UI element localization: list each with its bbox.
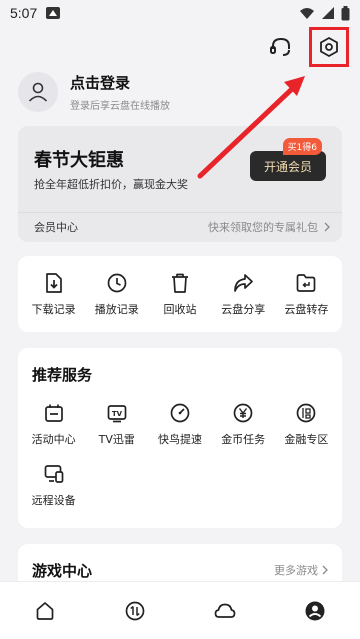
tool-play-record[interactable]: 播放记录 bbox=[85, 256, 148, 332]
tab-cloud[interactable] bbox=[180, 582, 270, 639]
settings-button[interactable] bbox=[309, 27, 349, 67]
vip-badge: 买1得6 bbox=[282, 138, 322, 155]
tool-cloud-save[interactable]: 云盘转存 bbox=[275, 256, 338, 332]
quick-tools-card: 下载记录 播放记录 回收站 云盘分享 云盘转存 bbox=[18, 256, 342, 332]
device-icon bbox=[44, 465, 63, 483]
service-label: 快鸟提速 bbox=[157, 433, 202, 446]
tool-recycle-bin[interactable]: 回收站 bbox=[148, 256, 211, 332]
tab-transfer[interactable] bbox=[90, 582, 180, 639]
transfer-icon bbox=[125, 601, 145, 620]
headset-icon bbox=[270, 37, 290, 56]
tool-cloud-share[interactable]: 云盘分享 bbox=[212, 256, 275, 332]
app-notification-icon bbox=[46, 7, 61, 19]
cloud-icon bbox=[214, 603, 236, 618]
wifi-icon bbox=[300, 8, 314, 19]
service-label: 金币任务 bbox=[221, 433, 266, 446]
recommended-services-card: 推荐服务 活动中心 TV TV迅雷 快鸟提速 金币任务 金融专区 远程设备 bbox=[18, 348, 342, 528]
tab-home[interactable] bbox=[0, 582, 90, 639]
service-label: 活动中心 bbox=[31, 433, 76, 446]
tv-icon: TV bbox=[107, 405, 127, 423]
coin-icon bbox=[233, 403, 253, 423]
game-center-title: 游戏中心 bbox=[32, 562, 93, 580]
login-subtitle: 登录后享云盘在线播放 bbox=[70, 101, 170, 112]
tool-label: 云盘分享 bbox=[221, 303, 266, 316]
download-record-icon bbox=[45, 273, 62, 293]
battery-icon bbox=[341, 5, 350, 20]
tool-label: 回收站 bbox=[163, 303, 197, 316]
service-label: TV迅雷 bbox=[98, 433, 135, 446]
avatar bbox=[18, 72, 58, 112]
service-grid: 活动中心 TV TV迅雷 快鸟提速 金币任务 金融专区 远程设备 bbox=[22, 402, 338, 508]
status-time: 5:07 bbox=[10, 5, 38, 21]
finance-icon bbox=[297, 403, 316, 423]
tool-download-record[interactable]: 下载记录 bbox=[22, 256, 85, 332]
profile-icon bbox=[305, 601, 325, 620]
status-right-icons bbox=[299, 5, 350, 21]
share-icon bbox=[234, 274, 254, 292]
customer-service-button[interactable] bbox=[264, 30, 298, 64]
signal-icon bbox=[322, 7, 334, 19]
clock-icon bbox=[107, 273, 127, 293]
calendar-icon bbox=[44, 404, 63, 422]
login-title: 点击登录 bbox=[70, 74, 131, 92]
vip-title: 春节大钜惠 bbox=[34, 150, 124, 171]
gift-pack-link: 快来领取您的专属礼包 bbox=[208, 221, 318, 234]
services-title: 推荐服务 bbox=[32, 366, 93, 384]
service-speed-up[interactable]: 快鸟提速 bbox=[148, 402, 211, 447]
svg-text:TV: TV bbox=[112, 410, 123, 418]
chevron-right-icon bbox=[322, 565, 328, 575]
service-finance-zone[interactable]: 金融专区 bbox=[275, 402, 338, 447]
tool-label: 云盘转存 bbox=[284, 303, 329, 316]
service-label: 远程设备 bbox=[31, 494, 76, 507]
settings-highlight-box bbox=[309, 27, 349, 67]
service-remote-device[interactable]: 远程设备 bbox=[22, 463, 85, 508]
home-icon bbox=[36, 601, 54, 620]
more-games-label: 更多游戏 bbox=[274, 564, 318, 577]
header-actions bbox=[264, 27, 349, 67]
login-profile[interactable]: 点击登录 登录后享云盘在线播放 bbox=[18, 72, 170, 112]
status-bar: 5:07 bbox=[0, 0, 360, 26]
service-label: 金融专区 bbox=[284, 433, 329, 446]
service-tv-xunlei[interactable]: TV TV迅雷 bbox=[85, 402, 148, 447]
user-icon bbox=[28, 82, 48, 102]
trash-icon bbox=[172, 273, 188, 293]
folder-save-icon bbox=[297, 274, 316, 292]
member-center-row[interactable]: 会员中心 快来领取您的专属礼包 bbox=[34, 212, 330, 242]
service-coin-tasks[interactable]: 金币任务 bbox=[212, 402, 275, 447]
open-vip-button[interactable]: 开通会员 bbox=[250, 151, 326, 181]
bottom-tab-bar bbox=[0, 581, 360, 639]
service-activity-center[interactable]: 活动中心 bbox=[22, 402, 85, 447]
tab-profile[interactable] bbox=[270, 582, 360, 639]
speedometer-icon bbox=[170, 403, 190, 423]
chevron-right-icon bbox=[324, 222, 330, 232]
more-games-link[interactable]: 更多游戏 bbox=[274, 562, 328, 578]
tool-label: 下载记录 bbox=[31, 303, 76, 316]
vip-description: 抢全年超低折扣价，赢现金大奖 bbox=[34, 178, 188, 191]
vip-promo-card[interactable]: 春节大钜惠 抢全年超低折扣价，赢现金大奖 买1得6 开通会员 会员中心 快来领取… bbox=[18, 126, 342, 242]
member-center-label: 会员中心 bbox=[34, 221, 78, 234]
tool-label: 播放记录 bbox=[94, 303, 139, 316]
